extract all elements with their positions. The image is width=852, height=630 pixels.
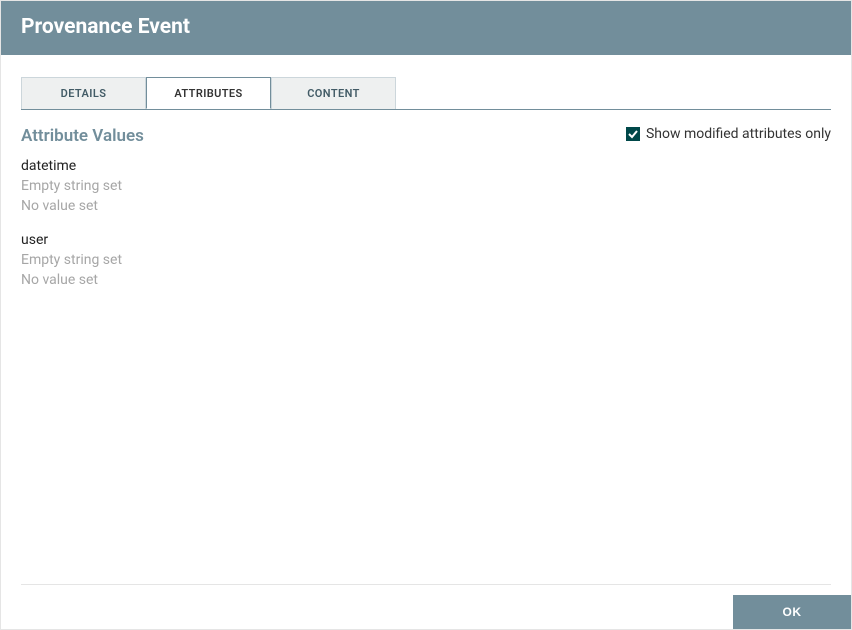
attribute-name: datetime	[21, 156, 831, 176]
attribute-value-line: Empty string set	[21, 250, 831, 270]
dialog-actions: OK	[1, 585, 851, 629]
tab-panel-attributes: Attribute Values Show modified attribute…	[21, 110, 831, 584]
ok-button[interactable]: OK	[733, 595, 851, 629]
show-modified-label: Show modified attributes only	[646, 126, 831, 142]
provenance-event-dialog: Provenance Event DETAILS ATTRIBUTES CONT…	[0, 0, 852, 630]
attribute-value-line: No value set	[21, 270, 831, 290]
tab-attributes[interactable]: ATTRIBUTES	[146, 77, 271, 109]
tab-content-label: CONTENT	[307, 87, 360, 100]
tab-details[interactable]: DETAILS	[21, 77, 146, 109]
tab-content[interactable]: CONTENT	[271, 77, 396, 109]
tab-attributes-label: ATTRIBUTES	[174, 87, 242, 100]
attribute-item: datetime Empty string set No value set	[21, 156, 831, 216]
dialog-titlebar: Provenance Event	[1, 1, 851, 55]
tab-details-label: DETAILS	[61, 87, 107, 100]
show-modified-control[interactable]: Show modified attributes only	[626, 126, 831, 142]
dialog-body: DETAILS ATTRIBUTES CONTENT Attribute Val…	[1, 55, 851, 584]
attribute-value-line: No value set	[21, 196, 831, 216]
dialog-title: Provenance Event	[21, 15, 831, 39]
attribute-value-line: Empty string set	[21, 176, 831, 196]
attribute-name: user	[21, 230, 831, 250]
attribute-item: user Empty string set No value set	[21, 230, 831, 290]
tabs: DETAILS ATTRIBUTES CONTENT	[21, 77, 831, 110]
attribute-list: datetime Empty string set No value set u…	[21, 156, 831, 290]
check-icon	[628, 129, 638, 139]
show-modified-checkbox[interactable]	[626, 127, 640, 141]
